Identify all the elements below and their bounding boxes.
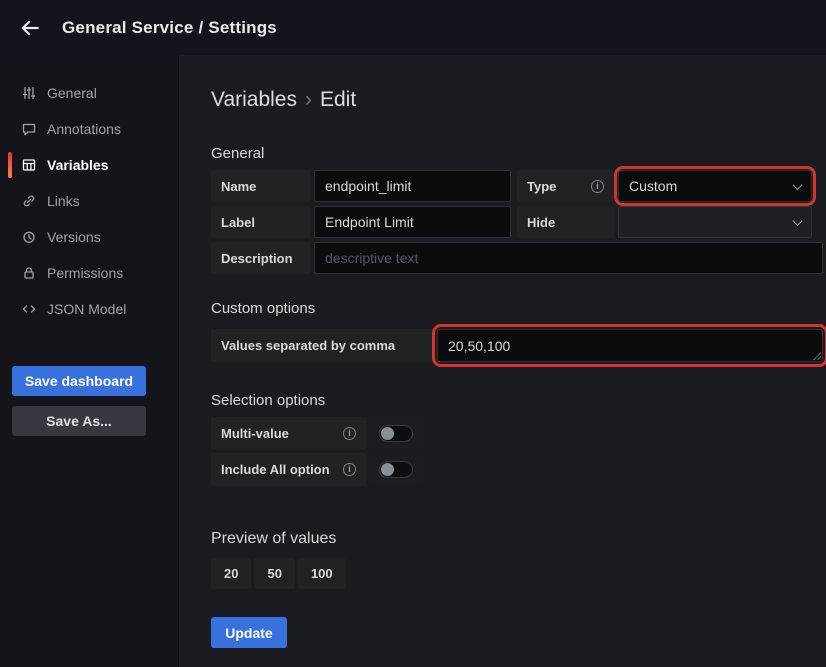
sidebar-item-general[interactable]: General <box>0 75 178 111</box>
preview-heading: Preview of values <box>211 530 823 548</box>
values-row: Values separated by comma <box>211 329 823 362</box>
values-input[interactable] <box>437 329 823 362</box>
preview-value-chip: 50 <box>254 558 294 589</box>
sidebar-item-json-model[interactable]: JSON Model <box>0 291 178 327</box>
update-button[interactable]: Update <box>211 617 287 648</box>
preview-values: 20 50 100 <box>211 558 823 589</box>
label-label: Label <box>211 206 310 238</box>
sliders-icon <box>21 85 37 101</box>
sidebar-actions: Save dashboard Save As... <box>0 366 178 436</box>
toggle-track <box>379 425 413 442</box>
sidebar-item-label: Links <box>47 193 80 209</box>
sidebar-item-annotations[interactable]: Annotations <box>0 111 178 147</box>
description-row: Description <box>211 242 823 274</box>
sidebar-item-variables[interactable]: Variables <box>0 147 178 183</box>
variables-edit-panel: Variables › Edit General Name Type i Custo… <box>179 55 826 667</box>
history-icon <box>21 229 37 245</box>
app-header: General Service / Settings <box>0 0 826 55</box>
settings-sidebar: General Annotations Variables <box>0 55 179 667</box>
custom-options-heading: Custom options <box>211 300 823 317</box>
include-all-row: Include All option i <box>211 453 823 486</box>
hide-select[interactable] <box>618 206 812 238</box>
type-select[interactable]: Custom <box>618 170 812 202</box>
toggle-track <box>379 461 413 478</box>
chevron-down-icon <box>793 216 803 226</box>
sidebar-item-label: Variables <box>47 157 109 173</box>
description-label: Description <box>211 242 310 274</box>
dashboard-settings-title: General Service / Settings <box>62 18 277 38</box>
type-label: Type i <box>517 170 614 202</box>
sidebar-item-links[interactable]: Links <box>0 183 178 219</box>
multi-value-label: Multi-value i <box>211 417 366 450</box>
include-all-label: Include All option i <box>211 453 366 486</box>
settings-nav: General Annotations Variables <box>0 75 178 327</box>
info-icon: i <box>343 463 356 476</box>
selection-options-heading: Selection options <box>211 392 823 409</box>
breadcrumb-section: Variables <box>211 88 297 111</box>
include-all-toggle[interactable] <box>369 453 423 486</box>
type-select-value: Custom <box>629 178 677 194</box>
sidebar-item-label: General <box>47 85 97 101</box>
breadcrumb: Variables › Edit <box>211 88 823 112</box>
toggle-knob <box>381 427 394 440</box>
preview-value-chip: 100 <box>298 558 346 589</box>
back-button[interactable] <box>16 14 44 42</box>
label-input[interactable] <box>314 206 511 238</box>
preview-value-chip: 20 <box>211 558 251 589</box>
label-hide-row: Label Hide <box>211 206 823 238</box>
multi-value-toggle[interactable] <box>369 417 423 450</box>
resize-handle-icon[interactable] <box>812 351 821 360</box>
values-label: Values separated by comma <box>211 329 433 362</box>
info-icon: i <box>591 180 604 193</box>
name-input[interactable] <box>314 170 511 202</box>
table-icon <box>21 157 37 173</box>
chevron-down-icon <box>793 180 803 190</box>
name-type-row: Name Type i Custom <box>211 170 823 202</box>
arrow-left-icon <box>19 17 41 39</box>
breadcrumb-separator: › <box>305 88 312 111</box>
toggle-knob <box>381 463 394 476</box>
values-input-wrapper <box>437 329 823 362</box>
description-input[interactable] <box>314 242 823 274</box>
sidebar-item-permissions[interactable]: Permissions <box>0 255 178 291</box>
general-section-heading: General <box>211 145 823 162</box>
breadcrumb-page: Edit <box>320 88 356 111</box>
hide-label: Hide <box>517 206 614 238</box>
save-dashboard-button[interactable]: Save dashboard <box>12 366 146 396</box>
sidebar-item-label: Versions <box>47 229 101 245</box>
multi-value-row: Multi-value i <box>211 417 823 450</box>
sidebar-item-label: JSON Model <box>47 301 126 317</box>
sidebar-item-label: Annotations <box>47 121 121 137</box>
code-icon <box>21 301 37 317</box>
name-label: Name <box>211 170 310 202</box>
info-icon: i <box>343 427 356 440</box>
sidebar-item-label: Permissions <box>47 265 123 281</box>
lock-icon <box>21 265 37 281</box>
sidebar-item-versions[interactable]: Versions <box>0 219 178 255</box>
link-icon <box>21 193 37 209</box>
save-as-button[interactable]: Save As... <box>12 406 146 436</box>
comment-icon <box>21 121 37 137</box>
